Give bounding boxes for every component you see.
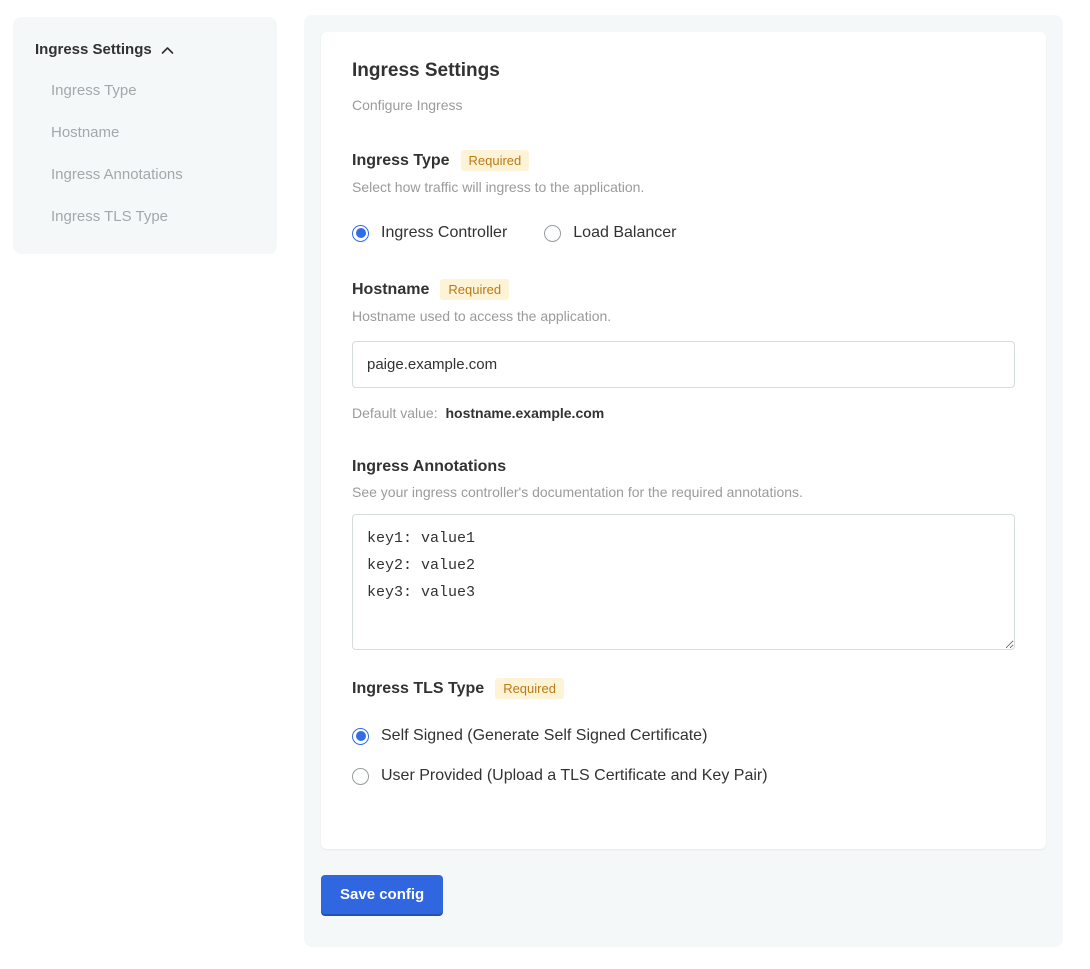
section-label-ingress-type: Ingress Type (352, 152, 450, 170)
sidebar-item-ingress-tls-type[interactable]: Ingress TLS Type (51, 208, 255, 226)
required-badge: Required (461, 150, 530, 171)
section-hostname: Hostname Required Hostname used to acces… (352, 279, 1015, 421)
sidebar-group-label: Ingress Settings (35, 41, 152, 58)
sidebar-item-ingress-annotations[interactable]: Ingress Annotations (51, 166, 255, 184)
sidebar-group-ingress-settings[interactable]: Ingress Settings (35, 41, 255, 58)
radio-option-user-provided[interactable]: User Provided (Upload a TLS Certificate … (352, 767, 1015, 785)
radio-label: Load Balancer (573, 224, 676, 242)
section-ingress-tls-type: Ingress TLS Type Required Self Signed (G… (352, 678, 1015, 785)
default-value-text: hostname.example.com (446, 405, 605, 421)
annotations-textarea[interactable]: key1: value1 key2: value2 key3: value3 (352, 514, 1015, 650)
required-badge: Required (440, 279, 509, 300)
section-ingress-type: Ingress Type Required Select how traffic… (352, 150, 1015, 242)
section-help-hostname: Hostname used to access the application. (352, 308, 1015, 324)
hostname-default-line: Default value: hostname.example.com (352, 405, 1015, 421)
section-header: Ingress Annotations (352, 458, 1015, 476)
config-panel: Ingress Settings Configure Ingress Ingre… (304, 15, 1063, 947)
ingress-settings-card: Ingress Settings Configure Ingress Ingre… (321, 32, 1046, 849)
hostname-input[interactable] (352, 341, 1015, 388)
sidebar-item-ingress-type[interactable]: Ingress Type (51, 82, 255, 100)
tls-type-radio-group: Self Signed (Generate Self Signed Certif… (352, 727, 1015, 785)
ingress-type-radio-group: Ingress Controller Load Balancer (352, 224, 1015, 242)
save-config-button[interactable]: Save config (321, 875, 443, 914)
radio-option-load-balancer[interactable]: Load Balancer (544, 224, 676, 242)
page-subtitle: Configure Ingress (352, 97, 1015, 113)
radio-icon[interactable] (352, 728, 369, 745)
sidebar-item-hostname[interactable]: Hostname (51, 124, 255, 142)
radio-icon[interactable] (544, 225, 561, 242)
section-ingress-annotations: Ingress Annotations See your ingress con… (352, 458, 1015, 650)
radio-icon[interactable] (352, 225, 369, 242)
radio-label: Ingress Controller (381, 224, 507, 242)
page-title: Ingress Settings (352, 60, 1015, 82)
section-label-ingress-annotations: Ingress Annotations (352, 458, 506, 476)
section-header: Ingress TLS Type Required (352, 678, 1015, 699)
section-header: Ingress Type Required (352, 150, 1015, 171)
radio-option-self-signed[interactable]: Self Signed (Generate Self Signed Certif… (352, 727, 1015, 745)
radio-option-ingress-controller[interactable]: Ingress Controller (352, 224, 507, 242)
radio-label: User Provided (Upload a TLS Certificate … (381, 767, 768, 785)
radio-label: Self Signed (Generate Self Signed Certif… (381, 727, 707, 745)
required-badge: Required (495, 678, 564, 699)
chevron-up-icon (161, 46, 174, 55)
section-label-hostname: Hostname (352, 281, 429, 299)
default-value-label: Default value: (352, 405, 438, 421)
section-header: Hostname Required (352, 279, 1015, 300)
section-label-ingress-tls-type: Ingress TLS Type (352, 680, 484, 698)
sidebar-item-list: Ingress Type Hostname Ingress Annotation… (35, 82, 255, 226)
section-help-ingress-type: Select how traffic will ingress to the a… (352, 179, 1015, 195)
radio-icon[interactable] (352, 768, 369, 785)
config-nav-sidebar: Ingress Settings Ingress Type Hostname I… (13, 17, 277, 254)
section-help-ingress-annotations: See your ingress controller's documentat… (352, 484, 1015, 500)
